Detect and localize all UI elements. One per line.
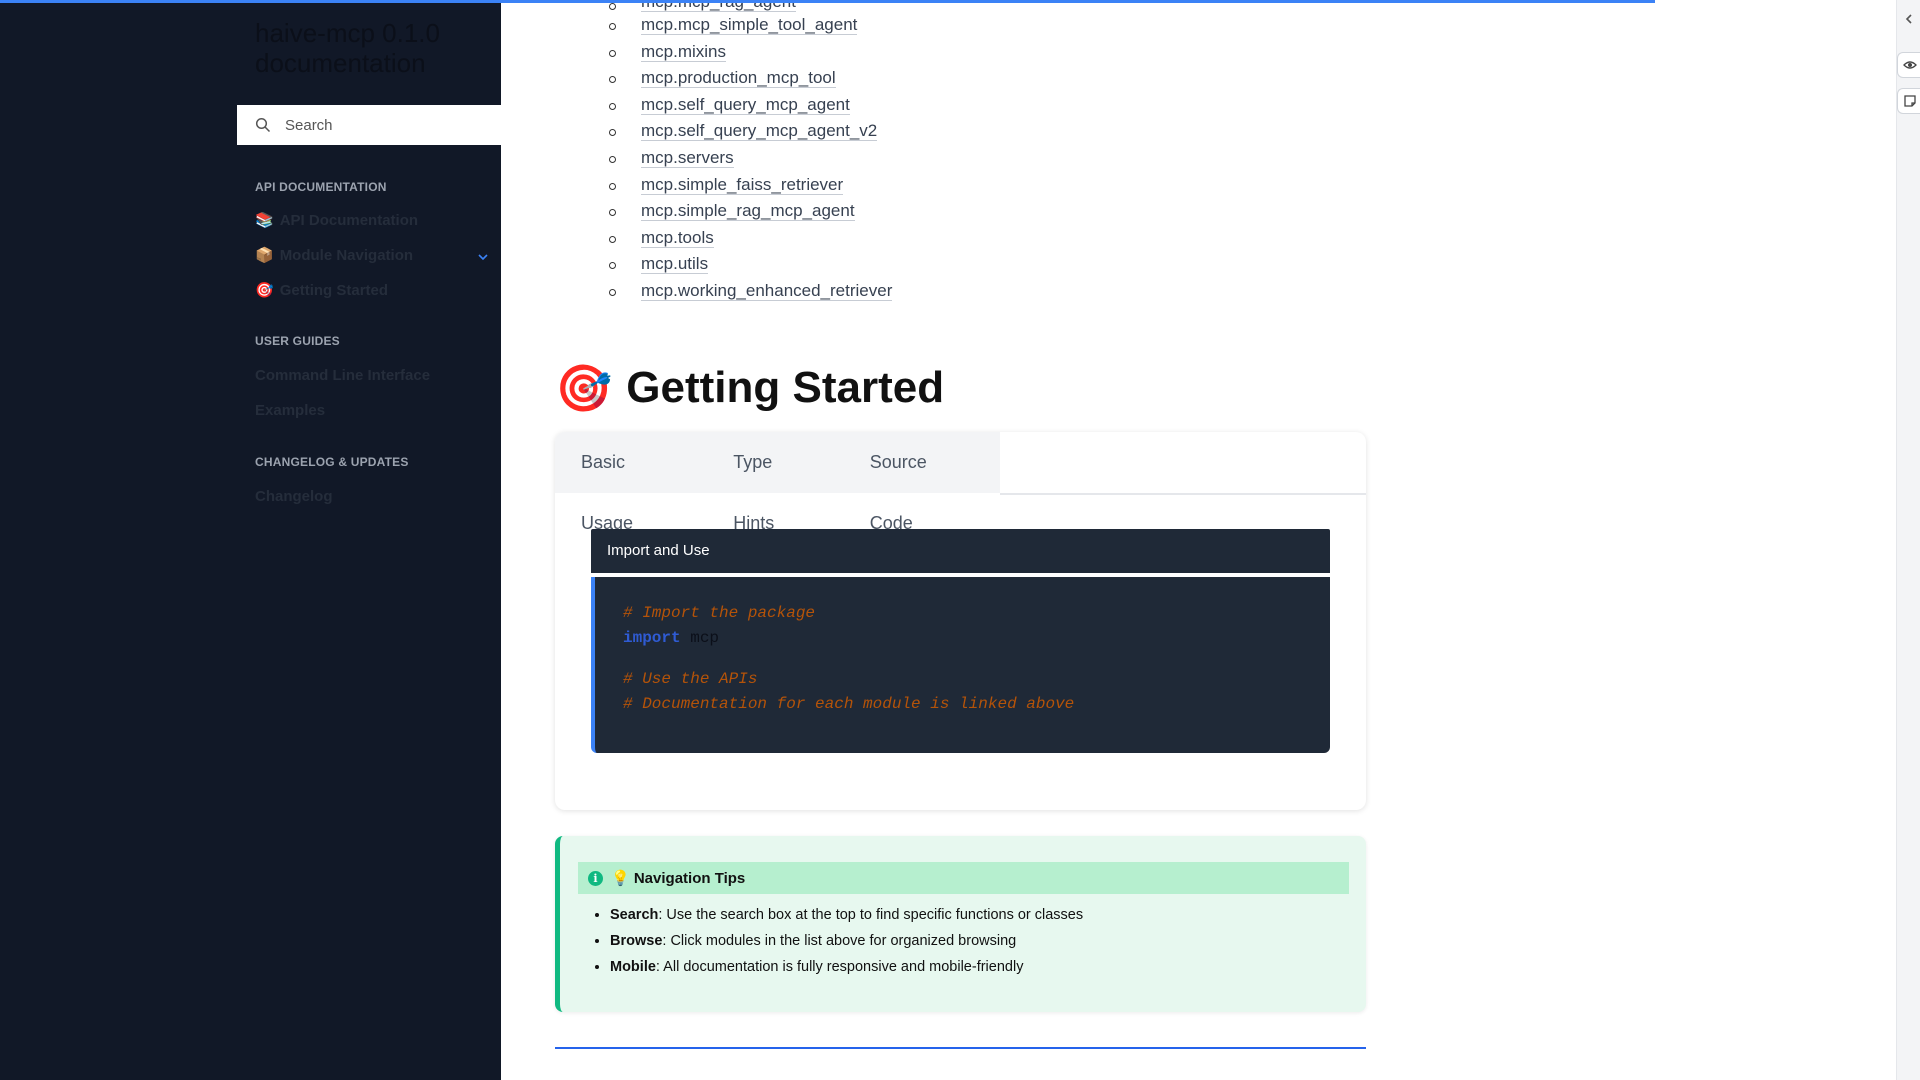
section-label-changelog: CHANGELOG & UPDATES: [255, 455, 409, 469]
tips-list: Search: Use the search box at the top to…: [596, 902, 1083, 980]
tab-underline: [1000, 493, 1366, 495]
sidebar: haive-mcp 0.1.0 documentation API DOCUME…: [0, 0, 501, 1080]
code-line: # Documentation for each module is linke…: [623, 695, 1075, 713]
page-title: 🎯 Getting Started: [555, 358, 944, 418]
right-edge-panel: [1896, 0, 1920, 1080]
module-link[interactable]: mcp.tools: [641, 227, 714, 248]
code-block-title: Import and Use: [591, 529, 1330, 573]
page-load-progress-bar: [0, 0, 1655, 3]
tip-term: Browse: [610, 933, 663, 949]
module-link[interactable]: mcp.self_query_mcp_agent_v2: [641, 121, 878, 142]
list-item: mcp.working_enhanced_retriever: [555, 278, 893, 305]
eye-icon: [1902, 61, 1917, 69]
sidebar-item-label: Module Navigation: [279, 246, 414, 264]
tab-type-hints[interactable]: Type Hints: [707, 432, 843, 533]
module-link[interactable]: mcp.simple_rag_mcp_agent: [641, 201, 855, 222]
search-box[interactable]: [237, 105, 501, 145]
module-link[interactable]: mcp.simple_faiss_retriever: [641, 174, 844, 195]
list-item: mcp.self_query_mcp_agent: [555, 92, 892, 119]
tabs-card: Basic Usage Type Hints Source Code Impor…: [555, 432, 1366, 810]
module-link[interactable]: mcp.mcp_simple_tool_agent: [641, 15, 858, 35]
list-item: mcp.production_mcp_tool: [555, 65, 892, 92]
tip-text: : Use the search box at the top to find …: [658, 907, 1084, 923]
sidebar-item-label: Getting Started: [279, 281, 389, 299]
sidebar-item-changelog[interactable]: Changelog: [255, 488, 333, 505]
code-line: # Use the APIs: [623, 670, 758, 688]
list-item: mcp.servers: [555, 145, 892, 172]
sidebar-item-module-navigation[interactable]: 📦 Module Navigation: [255, 246, 414, 265]
code-line: import mcp: [623, 626, 1330, 651]
list-item: mcp.tools: [555, 225, 892, 252]
sidebar-item-examples[interactable]: Examples: [255, 402, 325, 419]
list-item: Mobile: All documentation is fully respo…: [610, 954, 1083, 980]
list-item: mcp.utils: [555, 251, 892, 278]
tab-source-code[interactable]: Source Code: [844, 432, 1000, 533]
notes-button[interactable]: [1897, 88, 1920, 114]
module-link[interactable]: mcp.utils: [641, 254, 709, 275]
search-input[interactable]: [283, 115, 487, 135]
callout-header: 💡 Navigation Tips: [578, 862, 1349, 894]
code-block: Import and Use # Import the package impo…: [591, 529, 1330, 753]
list-item: mcp.simple_faiss_retriever: [555, 172, 892, 199]
page-title-text: Getting Started: [626, 363, 945, 412]
books-icon: 📚: [255, 212, 274, 229]
main-content: mcp.mcp_rag_agent mcp.mcp_simple_tool_ag…: [501, 0, 1896, 1080]
section-label-api: API DOCUMENTATION: [255, 180, 387, 194]
module-link[interactable]: mcp.mixins: [641, 41, 727, 62]
target-icon: 🎯: [255, 282, 274, 299]
tip-text: : All documentation is fully responsive …: [655, 959, 1024, 975]
sidebar-item-getting-started[interactable]: 🎯 Getting Started: [255, 281, 389, 300]
list-item: mcp.simple_rag_mcp_agent: [555, 198, 892, 225]
module-link[interactable]: mcp.working_enhanced_retriever: [641, 280, 893, 301]
module-link[interactable]: mcp.servers: [641, 147, 734, 168]
tab-bar: Basic Usage Type Hints Source Code: [555, 432, 1000, 533]
site-title[interactable]: haive-mcp 0.1.0 documentation: [255, 18, 485, 78]
list-item: Browse: Click modules in the list above …: [610, 928, 1083, 954]
sidebar-item-command-line-interface[interactable]: Command Line Interface: [255, 367, 430, 384]
tip-term: Search: [610, 907, 659, 923]
sidebar-item-api-documentation[interactable]: 📚 API Documentation: [255, 211, 419, 230]
section-divider: [555, 1047, 1366, 1049]
callout-title: 💡 Navigation Tips: [611, 870, 746, 887]
code-keyword: import: [623, 629, 681, 647]
target-icon: 🎯: [555, 362, 613, 414]
list-item: Search: Use the search box at the top to…: [610, 902, 1083, 928]
tab-basic-usage[interactable]: Basic Usage: [555, 432, 707, 533]
info-icon: [588, 870, 603, 886]
module-link[interactable]: mcp.self_query_mcp_agent: [641, 94, 850, 115]
list-item: mcp.mixins: [555, 39, 892, 66]
navigation-tips-callout: 💡 Navigation Tips Search: Use the search…: [555, 836, 1366, 1012]
code-content[interactable]: # Import the package import mcp # Use th…: [591, 577, 1330, 753]
chevron-down-icon[interactable]: [476, 250, 490, 264]
tip-term: Mobile: [610, 959, 656, 975]
code-line: # Import the package: [623, 604, 816, 622]
module-list: mcp.mcp_rag_agent mcp.mcp_simple_tool_ag…: [555, 0, 893, 305]
section-label-user-guides: USER GUIDES: [255, 334, 340, 348]
list-item: mcp.self_query_mcp_agent_v2: [555, 118, 892, 145]
preview-button[interactable]: [1897, 52, 1920, 78]
tip-text: : Click modules in the list above for or…: [662, 933, 1017, 949]
code-identifier: mcp: [690, 629, 720, 647]
collapse-panel-button[interactable]: [1897, 6, 1920, 32]
search-icon: [255, 117, 271, 133]
package-icon: 📦: [255, 247, 274, 264]
list-item: mcp.mcp_simple_tool_agent: [555, 12, 892, 39]
note-icon: [1903, 95, 1916, 107]
collapse-arrow-icon: [1905, 14, 1912, 24]
module-link[interactable]: mcp.production_mcp_tool: [641, 68, 836, 89]
sidebar-item-label: API Documentation: [279, 211, 419, 229]
